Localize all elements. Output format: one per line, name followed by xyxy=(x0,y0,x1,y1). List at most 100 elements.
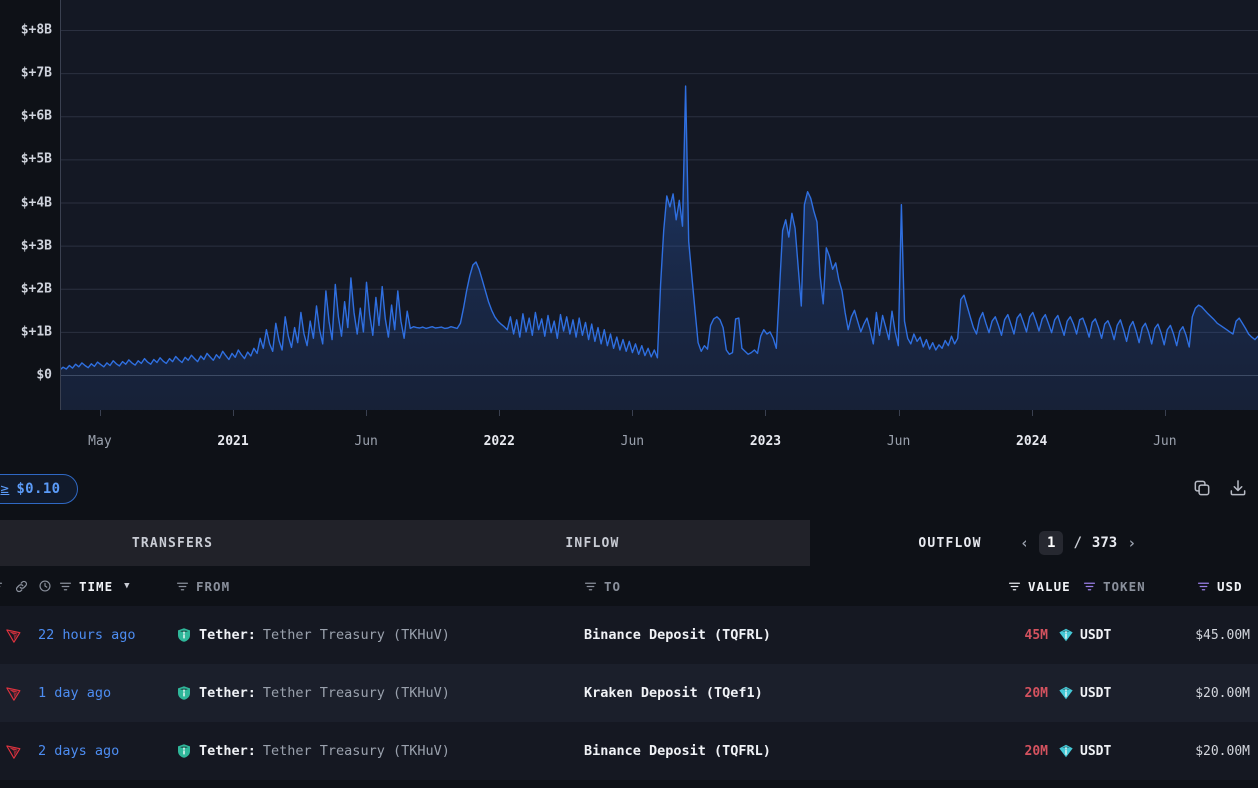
tab-transfers[interactable]: TRANSFERS xyxy=(60,520,285,566)
chart-x-tick xyxy=(632,410,633,416)
column-label-token[interactable]: TOKEN xyxy=(1103,579,1146,594)
table-row[interactable]: 1 day ago Tether: Tether Treasury (TKHuV… xyxy=(0,664,1258,722)
tab-inflow[interactable]: INFLOW xyxy=(480,520,705,566)
column-header-link[interactable] xyxy=(14,566,29,606)
tron-icon[interactable] xyxy=(5,627,22,644)
chart-x-tick-label: 2021 xyxy=(217,434,248,449)
column-header-from[interactable]: FROM xyxy=(176,566,230,606)
row-to-cell[interactable]: Binance Deposit (TQFRL) xyxy=(584,606,771,664)
row-from-name: Tether: xyxy=(199,627,256,643)
column-header-token[interactable]: TOKEN xyxy=(1083,566,1146,606)
row-time-cell[interactable]: 1 day ago xyxy=(38,664,111,722)
chart-x-tick xyxy=(100,410,101,416)
row-from-cell[interactable]: Tether: Tether Treasury (TKHuV) xyxy=(176,664,450,722)
row-from-desc: Tether Treasury (TKHuV) xyxy=(263,627,450,643)
filter-icon[interactable] xyxy=(584,580,597,593)
netflow-chart: $0$+1B$+2B$+3B$+4B$+5B$+6B$+7B$+8B May20… xyxy=(0,0,1258,460)
filter-icon[interactable] xyxy=(1197,580,1210,593)
download-icon[interactable] xyxy=(1228,478,1248,498)
chart-x-tick-label: Jun xyxy=(621,434,644,449)
column-header-time[interactable]: TIME ▼ xyxy=(38,566,131,606)
chart-x-axis: May2021Jun2022Jun2023Jun2024Jun xyxy=(0,410,1258,460)
column-header-value[interactable]: VALUE xyxy=(1008,566,1071,606)
row-usd-cell: $20.00M xyxy=(1152,664,1250,722)
row-chain-cell[interactable] xyxy=(0,722,30,780)
row-from-cell[interactable]: Tether: Tether Treasury (TKHuV) xyxy=(176,606,450,664)
page-number-input[interactable]: 1 xyxy=(1039,531,1063,555)
row-token-cell[interactable]: USDT xyxy=(1058,664,1111,722)
filter-icon[interactable] xyxy=(176,580,189,593)
chart-y-tick-label: $+8B xyxy=(21,23,52,38)
chart-y-tick-label: $+4B xyxy=(21,195,52,210)
crypto-flow-explorer-page: $0$+1B$+2B$+3B$+4B$+5B$+6B$+7B$+8B May20… xyxy=(0,0,1258,788)
column-header-chain[interactable] xyxy=(0,566,3,606)
chart-plot-area[interactable] xyxy=(60,0,1258,410)
chart-x-tick xyxy=(366,410,367,416)
tether-icon xyxy=(1058,627,1074,643)
column-label-time[interactable]: TIME xyxy=(79,579,113,594)
tron-icon[interactable] xyxy=(5,743,22,760)
next-page-button[interactable]: › xyxy=(1127,534,1136,552)
row-chain-cell[interactable] xyxy=(0,664,30,722)
tether-shield-icon xyxy=(176,685,192,701)
column-label-from[interactable]: FROM xyxy=(196,579,230,594)
column-label-usd[interactable]: USD xyxy=(1217,579,1243,594)
table-column-headers: TIME ▼ FROM TO VALUE TOKEN xyxy=(0,566,1258,606)
copy-icon[interactable] xyxy=(1192,478,1212,498)
column-label-value[interactable]: VALUE xyxy=(1028,579,1071,594)
row-token-symbol: USDT xyxy=(1080,628,1111,643)
tether-icon xyxy=(1058,743,1074,759)
column-header-to[interactable]: TO xyxy=(584,566,621,606)
chart-x-tick-label: May xyxy=(88,434,111,449)
row-value-cell: 20M xyxy=(980,664,1048,722)
row-to-cell[interactable]: Kraken Deposit (TQef1) xyxy=(584,664,763,722)
filter-icon[interactable] xyxy=(1083,580,1096,593)
column-label-to[interactable]: TO xyxy=(604,579,621,594)
tab-outflow[interactable]: OUTFLOW xyxy=(880,520,1020,566)
chevron-down-icon[interactable]: ▼ xyxy=(124,581,130,591)
chart-y-tick-label: $+6B xyxy=(21,109,52,124)
filter-icon[interactable] xyxy=(1008,580,1021,593)
table-tools xyxy=(1192,478,1248,498)
chart-x-tick-label: Jun xyxy=(1153,434,1176,449)
table-tabs: TRANSFERS INFLOW OUTFLOW ‹ 1 / 373 › xyxy=(0,520,1258,566)
chart-y-tick-label: $+2B xyxy=(21,281,52,296)
tron-icon[interactable] xyxy=(5,685,22,702)
row-time-cell[interactable]: 22 hours ago xyxy=(38,606,136,664)
table-row[interactable]: 2 days ago Tether: Tether Treasury (TKHu… xyxy=(0,722,1258,780)
link-icon[interactable] xyxy=(14,579,29,594)
row-value-cell: 45M xyxy=(980,606,1048,664)
row-chain-cell[interactable] xyxy=(0,606,30,664)
filter-icon[interactable] xyxy=(0,580,3,593)
filter-icon[interactable] xyxy=(59,580,72,593)
column-header-usd[interactable]: USD xyxy=(1197,566,1243,606)
usd-filter-chip[interactable]: USD ≥ $0.10 xyxy=(0,474,78,504)
table-row[interactable]: 22 hours ago Tether: Tether Treasury (TK… xyxy=(0,606,1258,664)
row-value-cell: 20M xyxy=(980,722,1048,780)
clock-icon[interactable] xyxy=(38,579,52,593)
chart-area-fill xyxy=(60,86,1258,410)
chip-operator: ≥ xyxy=(1,481,10,497)
row-to-cell[interactable]: Binance Deposit (TQFRL) xyxy=(584,722,771,780)
chart-x-tick-label: 2023 xyxy=(750,434,781,449)
chart-line xyxy=(60,86,1258,370)
row-time-cell[interactable]: 2 days ago xyxy=(38,722,119,780)
chart-x-tick xyxy=(1032,410,1033,416)
prev-page-button[interactable]: ‹ xyxy=(1020,534,1029,552)
filter-bar: USD ≥ $0.10 xyxy=(0,462,1258,520)
chart-y-tick-label: $+1B xyxy=(21,324,52,339)
chart-y-axis: $0$+1B$+2B$+3B$+4B$+5B$+6B$+7B$+8B xyxy=(0,0,60,410)
row-token-cell[interactable]: USDT xyxy=(1058,606,1111,664)
chart-y-tick-label: $0 xyxy=(36,368,52,383)
chart-y-tick-label: $+5B xyxy=(21,152,52,167)
row-from-desc: Tether Treasury (TKHuV) xyxy=(263,743,450,759)
chip-value: $0.10 xyxy=(16,481,60,497)
pagination-separator: / xyxy=(1073,535,1081,551)
pagination: ‹ 1 / 373 › xyxy=(1020,520,1136,566)
row-token-symbol: USDT xyxy=(1080,744,1111,759)
row-token-cell[interactable]: USDT xyxy=(1058,722,1111,780)
chart-x-tick xyxy=(499,410,500,416)
row-usd-cell: $20.00M xyxy=(1152,722,1250,780)
tether-shield-icon xyxy=(176,743,192,759)
row-from-cell[interactable]: Tether: Tether Treasury (TKHuV) xyxy=(176,722,450,780)
